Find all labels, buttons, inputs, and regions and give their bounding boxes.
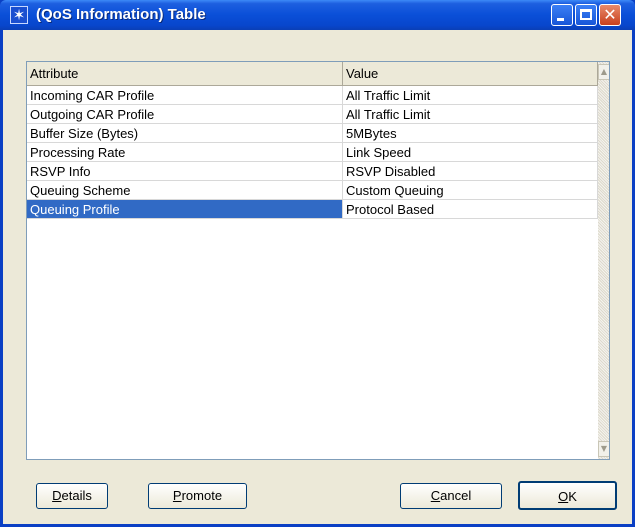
value-cell[interactable]: Custom Queuing — [343, 181, 598, 200]
promote-button[interactable]: Promote — [148, 483, 247, 509]
table-row[interactable]: Buffer Size (Bytes) 5MBytes — [27, 124, 598, 143]
table-row[interactable]: Queuing Scheme Custom Queuing — [27, 181, 598, 200]
attribute-cell[interactable]: Processing Rate — [27, 143, 343, 162]
attribute-cell[interactable]: Queuing Profile — [27, 200, 343, 219]
value-cell[interactable]: 5MBytes — [343, 124, 598, 143]
value-cell[interactable]: All Traffic Limit — [343, 86, 598, 105]
vertical-scrollbar[interactable] — [598, 62, 609, 459]
details-mnemonic: D — [52, 488, 62, 503]
value-cell[interactable]: Protocol Based — [343, 200, 598, 219]
table-row[interactable]: Outgoing CAR Profile All Traffic Limit — [27, 105, 598, 124]
minimize-button[interactable] — [551, 4, 573, 26]
table-row-selected[interactable]: Queuing Profile Protocol Based — [27, 200, 598, 219]
close-icon: ✕ — [603, 5, 617, 24]
table-row[interactable]: RSVP Info RSVP Disabled — [27, 162, 598, 181]
attribute-cell[interactable]: Outgoing CAR Profile — [27, 105, 343, 124]
attribute-cell[interactable]: RSVP Info — [27, 162, 343, 181]
column-header-value[interactable]: Value — [343, 62, 598, 86]
value-cell[interactable]: RSVP Disabled — [343, 162, 598, 181]
table-row[interactable]: Incoming CAR Profile All Traffic Limit — [27, 86, 598, 105]
close-button[interactable]: ✕ — [599, 4, 621, 26]
cancel-label-rest: ancel — [440, 488, 472, 503]
minimize-icon — [557, 18, 564, 21]
maximize-icon — [580, 9, 592, 20]
star-burst-icon[interactable]: ✶ — [10, 6, 28, 24]
ok-mnemonic: O — [558, 489, 569, 504]
cancel-mnemonic: C — [430, 488, 441, 503]
value-cell[interactable]: All Traffic Limit — [343, 105, 598, 124]
ok-button[interactable]: OK — [518, 481, 617, 510]
qos-table-window: ✶ (QoS Information) Table ✕ Attribute Va… — [0, 0, 635, 527]
promote-label-rest: romote — [181, 488, 223, 503]
attribute-table: Attribute Value Incoming CAR Profile All… — [26, 61, 610, 460]
maximize-button[interactable] — [575, 4, 597, 26]
ok-label-rest: K — [568, 489, 577, 504]
attribute-cell[interactable]: Incoming CAR Profile — [27, 86, 343, 105]
scroll-down-arrow-icon[interactable]: ▼ — [598, 441, 609, 457]
title-bar[interactable]: ✶ (QoS Information) Table ✕ — [0, 0, 635, 30]
cancel-button[interactable]: Cancel — [400, 483, 502, 509]
value-cell[interactable]: Link Speed — [343, 143, 598, 162]
dialog-client-area: Attribute Value Incoming CAR Profile All… — [3, 30, 632, 524]
attribute-cell[interactable]: Queuing Scheme — [27, 181, 343, 200]
promote-mnemonic: P — [172, 488, 182, 503]
details-button[interactable]: Details — [36, 483, 108, 509]
window-title: (QoS Information) Table — [36, 6, 206, 23]
scroll-up-arrow-icon[interactable]: ▲ — [598, 64, 609, 80]
table-row[interactable]: Processing Rate Link Speed — [27, 143, 598, 162]
details-label-rest: etails — [61, 488, 92, 503]
column-header-attribute[interactable]: Attribute — [27, 62, 343, 86]
attribute-cell[interactable]: Buffer Size (Bytes) — [27, 124, 343, 143]
